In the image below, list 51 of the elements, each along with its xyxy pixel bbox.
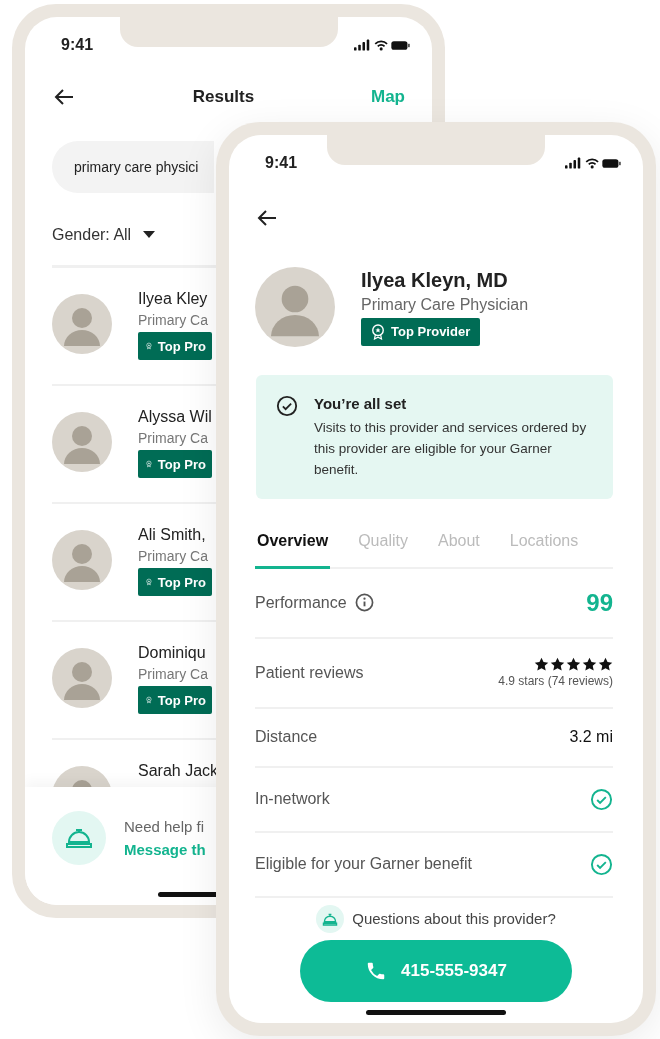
tab[interactable]: Overview xyxy=(255,516,331,569)
provider-name[interactable]: Alyssa Wil xyxy=(138,408,212,426)
star-icon xyxy=(582,657,597,673)
provider-specialty: Primary Ca xyxy=(138,666,208,682)
avatar-placeholder xyxy=(52,648,112,708)
bell-icon xyxy=(52,811,106,865)
star-icon xyxy=(534,657,549,673)
detail-label: Patient reviews xyxy=(255,663,364,682)
provider-name[interactable]: Ilyea Kley xyxy=(138,290,208,308)
caret-icon xyxy=(143,231,156,239)
star-icon xyxy=(566,657,581,673)
distance-value: 3.2 mi xyxy=(569,728,613,747)
screen-title: Results xyxy=(192,87,255,107)
top-provider-badge: Top Pro xyxy=(138,686,212,714)
detail-label: Eligible for your Garner benefit xyxy=(255,855,472,874)
top-provider-badge: Top Pro xyxy=(138,568,212,596)
avatar-placeholder xyxy=(52,294,112,354)
status-icons xyxy=(354,38,410,52)
award-icon xyxy=(371,323,385,340)
performance-score: 99 xyxy=(586,588,613,617)
status-time: 9:41 xyxy=(61,36,94,54)
star-icon xyxy=(550,657,565,673)
provider-name[interactable]: Dominiqu xyxy=(138,644,206,662)
avatar-placeholder xyxy=(52,530,112,590)
detail-label: Performance xyxy=(255,593,347,612)
provider-specialty: Primary Ca xyxy=(138,430,208,446)
help-text: Need help fi xyxy=(124,818,206,835)
provider-specialty: Primary Ca xyxy=(138,312,208,328)
top-provider-badge: Top Pro xyxy=(138,332,212,360)
provider-name: Ilyea Kleyn, MD xyxy=(361,268,508,292)
detail-label: Distance xyxy=(255,728,318,747)
review-summary[interactable]: 4.9 stars (74 reviews) xyxy=(498,674,613,689)
provider-specialty: Primary Care Physician xyxy=(361,295,529,314)
gender-filter[interactable]: Gender: All xyxy=(52,213,156,257)
detail-label: In-network xyxy=(255,790,330,809)
notice-title: You’re all set xyxy=(314,395,408,412)
check-circle-icon xyxy=(276,395,298,417)
top-provider-badge: Top Pro xyxy=(138,450,212,478)
status-icons xyxy=(565,156,621,170)
top-provider-badge: Top Provider xyxy=(361,317,481,346)
bell-icon xyxy=(316,904,345,933)
provider-specialty: Primary Ca xyxy=(138,548,208,564)
star-icon xyxy=(598,657,613,673)
avatar-placeholder xyxy=(52,412,112,472)
question-text: Questions about this provider? xyxy=(352,910,556,928)
provider-name[interactable]: Ali Smith, xyxy=(138,526,206,544)
notice-text: Visits to this provider and services ordered by this provider are eligible for your Garner benefit. xyxy=(314,419,588,479)
search-field[interactable]: primary care physici xyxy=(52,141,214,193)
provider-name[interactable]: Sarah Jack xyxy=(138,762,219,780)
status-time: 9:41 xyxy=(265,154,298,172)
info-icon[interactable] xyxy=(354,593,374,613)
